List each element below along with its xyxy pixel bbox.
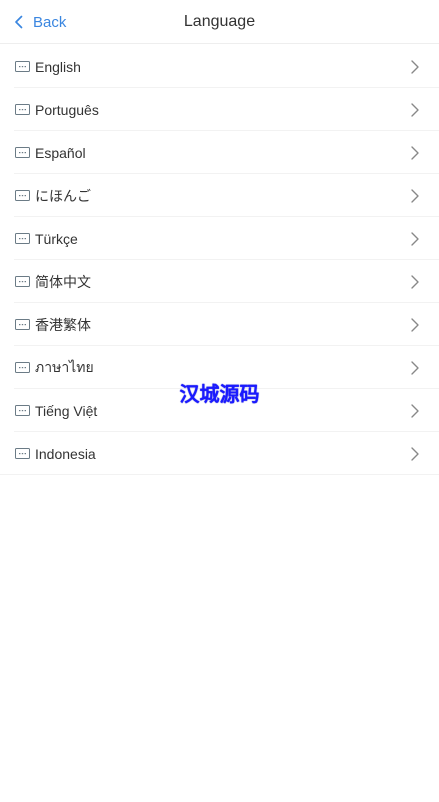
language-label: にほんご xyxy=(35,187,91,204)
chevron-right-icon xyxy=(411,360,419,376)
language-item-portugues[interactable]: Português xyxy=(0,88,439,131)
chevron-right-icon xyxy=(411,102,419,118)
chevron-right-icon xyxy=(411,145,419,161)
chevron-right-icon xyxy=(411,317,419,333)
keyboard-icon xyxy=(15,147,30,158)
keyboard-icon xyxy=(15,362,30,373)
language-item-turkce[interactable]: Türkçe xyxy=(0,217,439,260)
language-label: 香港繁体 xyxy=(35,316,91,333)
language-item-hong-kong-traditional[interactable]: 香港繁体 xyxy=(0,303,439,346)
keyboard-icon xyxy=(15,104,30,115)
keyboard-icon xyxy=(15,276,30,287)
language-item-indonesian[interactable]: Indonesia xyxy=(0,432,439,475)
language-label: English xyxy=(35,58,81,75)
language-label: Türkçe xyxy=(35,230,78,247)
nav-bar: Back Language xyxy=(0,0,439,44)
chevron-right-icon xyxy=(411,446,419,462)
language-label: 简体中文 xyxy=(35,273,91,290)
chevron-right-icon xyxy=(411,231,419,247)
keyboard-icon xyxy=(15,405,30,416)
language-item-simplified-chinese[interactable]: 简体中文 xyxy=(0,260,439,303)
chevron-right-icon xyxy=(411,403,419,419)
back-label: Back xyxy=(33,13,67,31)
keyboard-icon xyxy=(15,319,30,330)
language-item-english[interactable]: English xyxy=(0,45,439,88)
language-item-thai[interactable]: ภาษาไทย xyxy=(0,346,439,389)
back-button[interactable]: Back xyxy=(14,0,66,44)
chevron-right-icon xyxy=(411,59,419,75)
keyboard-icon xyxy=(15,233,30,244)
language-label: Indonesia xyxy=(35,445,96,462)
language-label: ภาษาไทย xyxy=(35,358,94,375)
chevron-right-icon xyxy=(411,188,419,204)
language-item-vietnamese[interactable]: Tiếng Việt xyxy=(0,389,439,432)
language-label: Português xyxy=(35,101,99,118)
keyboard-icon xyxy=(15,190,30,201)
language-item-espanol[interactable]: Español xyxy=(0,131,439,174)
keyboard-icon xyxy=(15,61,30,72)
chevron-right-icon xyxy=(411,274,419,290)
language-label: Español xyxy=(35,144,86,161)
language-label: Tiếng Việt xyxy=(35,402,98,419)
language-list: English Português Español にほんご Türkçe 简体… xyxy=(0,45,439,475)
chevron-left-icon xyxy=(14,15,26,29)
keyboard-icon xyxy=(15,448,30,459)
language-item-japanese[interactable]: にほんご xyxy=(0,174,439,217)
